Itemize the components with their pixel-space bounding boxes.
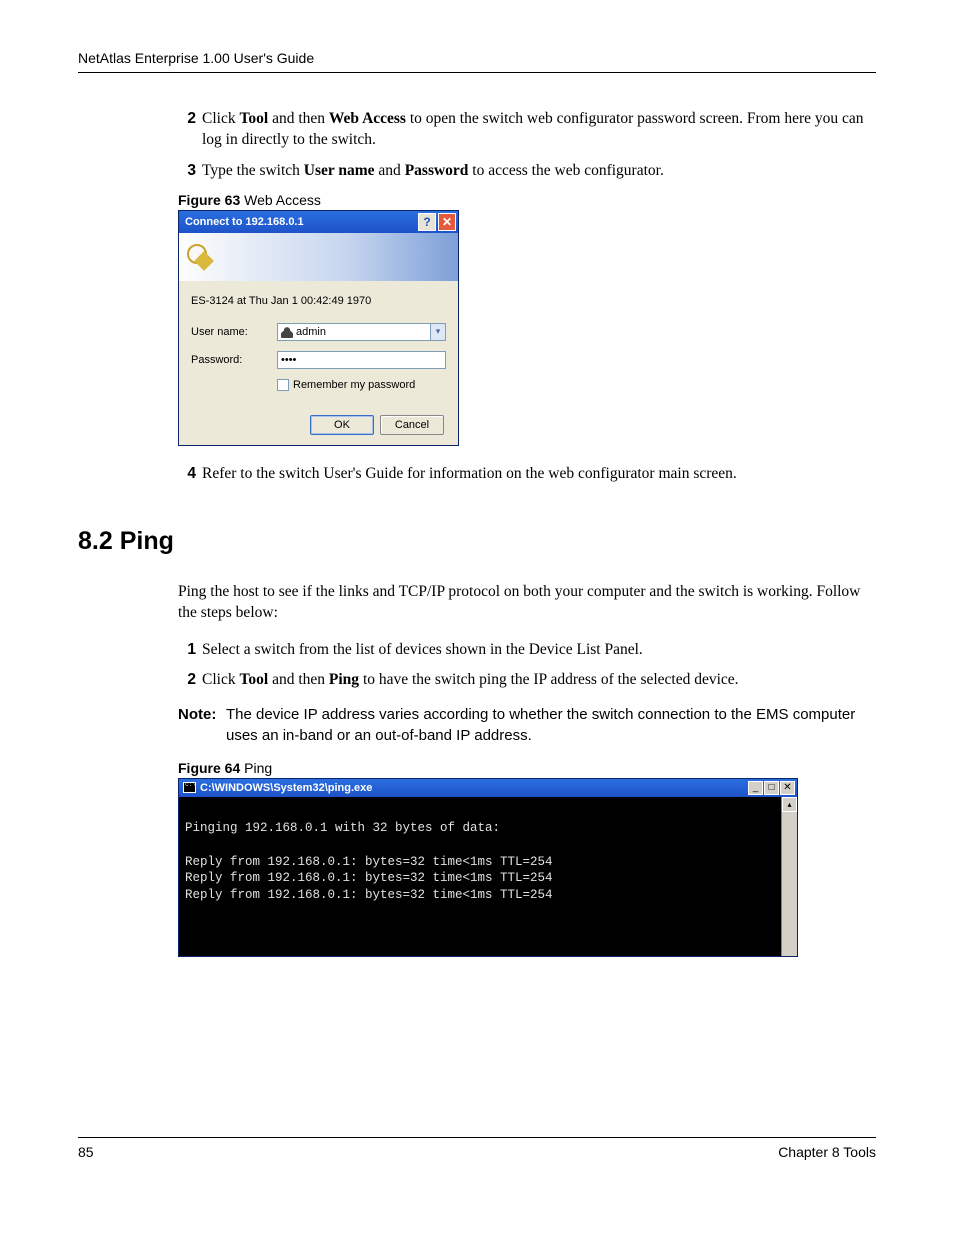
cmd-title-text: C:\WINDOWS\System32\ping.exe	[200, 782, 372, 794]
cmd-window: C:\WINDOWS\System32\ping.exe _ □ ✕ Pingi…	[178, 778, 798, 957]
help-icon[interactable]: ?	[418, 213, 436, 231]
bold-tool: Tool	[239, 671, 268, 688]
cmd-icon	[183, 782, 196, 793]
remember-checkbox[interactable]	[277, 379, 289, 391]
page-number: 85	[78, 1144, 94, 1160]
connect-dialog: Connect to 192.168.0.1 ? ✕ ES-3124 at Th…	[178, 210, 459, 446]
bold-tool: Tool	[239, 110, 268, 127]
close-icon[interactable]: ✕	[780, 781, 795, 795]
section-heading-ping: 8.2 Ping	[78, 527, 876, 556]
step-body: Click Tool and then Web Access to open t…	[202, 109, 876, 151]
note-label: Note:	[178, 705, 226, 746]
figure-title: Web Access	[240, 192, 321, 208]
dialog-title-text: Connect to 192.168.0.1	[185, 216, 304, 228]
scroll-up-icon[interactable]: ▴	[782, 797, 797, 812]
password-label: Password:	[191, 354, 277, 366]
text: to have the switch ping the IP address o…	[359, 671, 739, 688]
figure-label: Figure 63	[178, 192, 240, 208]
bold-username: User name	[304, 162, 375, 179]
text: to access the web configurator.	[468, 162, 663, 179]
step-body: Refer to the switch User's Guide for inf…	[202, 464, 876, 485]
figure-64-caption: Figure 64 Ping	[178, 760, 876, 776]
bold-web-access: Web Access	[329, 110, 406, 127]
note-block: Note: The device IP address varies accor…	[178, 705, 876, 746]
figure-title: Ping	[240, 760, 272, 776]
username-label: User name:	[191, 326, 277, 338]
dialog-banner	[179, 233, 458, 281]
maximize-icon[interactable]: □	[764, 781, 779, 795]
step-body: Type the switch User name and Password t…	[202, 161, 876, 182]
step-body: Select a switch from the list of devices…	[202, 640, 876, 661]
step-4: 4 Refer to the switch User's Guide for i…	[178, 464, 876, 485]
step-2: 2 Click Tool and then Web Access to open…	[178, 109, 876, 151]
ok-button[interactable]: OK	[310, 415, 374, 435]
step-3: 3 Type the switch User name and Password…	[178, 161, 876, 182]
cmd-output: Pinging 192.168.0.1 with 32 bytes of dat…	[179, 797, 781, 956]
step-number: 1	[178, 640, 196, 661]
step-body: Click Tool and then Ping to have the swi…	[202, 670, 876, 691]
intro-paragraph: Ping the host to see if the links and TC…	[178, 582, 876, 624]
username-combo[interactable]: admin ▾	[277, 323, 446, 341]
text: Type the switch	[202, 162, 304, 179]
dialog-titlebar[interactable]: Connect to 192.168.0.1 ? ✕	[179, 211, 458, 233]
step-number: 2	[178, 109, 196, 151]
password-input[interactable]	[277, 351, 446, 369]
text: and	[375, 162, 405, 179]
step-number: 2	[178, 670, 196, 691]
figure-label: Figure 64	[178, 760, 240, 776]
note-body: The device IP address varies according t…	[226, 705, 876, 746]
remember-label: Remember my password	[293, 379, 415, 391]
bold-password: Password	[405, 162, 469, 179]
text: and then	[268, 671, 329, 688]
page-header: NetAtlas Enterprise 1.00 User's Guide	[78, 50, 876, 73]
text: Click	[202, 110, 239, 127]
page-footer: 85 Chapter 8 Tools	[78, 1137, 876, 1160]
close-icon[interactable]: ✕	[438, 213, 456, 231]
text: and then	[268, 110, 329, 127]
user-icon	[281, 326, 293, 338]
scrollbar[interactable]: ▴	[781, 797, 797, 956]
scroll-track[interactable]	[782, 812, 797, 956]
header-text: NetAtlas Enterprise 1.00 User's Guide	[78, 50, 314, 66]
step-number: 3	[178, 161, 196, 182]
keys-icon	[183, 240, 217, 274]
minimize-icon[interactable]: _	[748, 781, 763, 795]
bold-ping: Ping	[329, 671, 359, 688]
figure-63-caption: Figure 63 Web Access	[178, 192, 876, 208]
ping-step-1: 1 Select a switch from the list of devic…	[178, 640, 876, 661]
cancel-button[interactable]: Cancel	[380, 415, 444, 435]
chapter-label: Chapter 8 Tools	[778, 1144, 876, 1160]
ping-step-2: 2 Click Tool and then Ping to have the s…	[178, 670, 876, 691]
username-value: admin	[296, 326, 326, 338]
cmd-titlebar[interactable]: C:\WINDOWS\System32\ping.exe _ □ ✕	[179, 779, 797, 797]
step-number: 4	[178, 464, 196, 485]
text: Click	[202, 671, 239, 688]
dialog-status: ES-3124 at Thu Jan 1 00:42:49 1970	[191, 295, 446, 307]
chevron-down-icon[interactable]: ▾	[430, 323, 446, 341]
